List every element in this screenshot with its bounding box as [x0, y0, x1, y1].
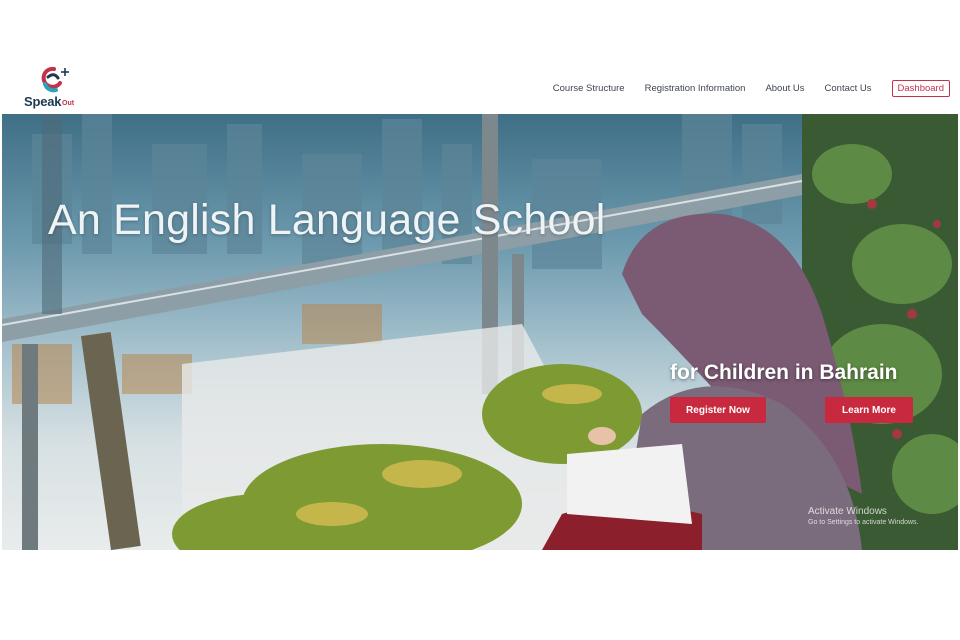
hero-title: An English Language School — [48, 196, 606, 244]
nav-link-contact-us[interactable]: Contact Us — [825, 83, 872, 94]
navbar: Speak Out Course Structure Registration … — [0, 62, 960, 114]
activate-windows-watermark: Activate Windows Go to Settings to activ… — [808, 506, 919, 526]
main-nav: Course Structure Registration Informatio… — [533, 80, 950, 97]
watermark-title: Activate Windows — [808, 506, 887, 517]
brand-logo[interactable]: Speak Out — [22, 66, 84, 110]
nav-link-about-us[interactable]: About Us — [765, 83, 804, 94]
brand-suffix: Out — [62, 100, 75, 107]
hero-banner: An English Language School for Children … — [2, 114, 958, 550]
learn-more-button[interactable]: Learn More — [825, 397, 913, 423]
speakout-logo-icon — [41, 66, 69, 93]
brand-name: Speak — [24, 94, 62, 109]
register-now-button[interactable]: Register Now — [670, 397, 766, 423]
watermark-subtitle: Go to Settings to activate Windows. — [808, 519, 919, 526]
hero-subtitle: for Children in Bahrain — [670, 361, 898, 384]
nav-link-registration-information[interactable]: Registration Information — [645, 83, 746, 94]
dashboard-button[interactable]: Dashboard — [891, 80, 950, 97]
nav-link-course-structure[interactable]: Course Structure — [553, 83, 625, 94]
hero-background-image — [2, 114, 958, 550]
